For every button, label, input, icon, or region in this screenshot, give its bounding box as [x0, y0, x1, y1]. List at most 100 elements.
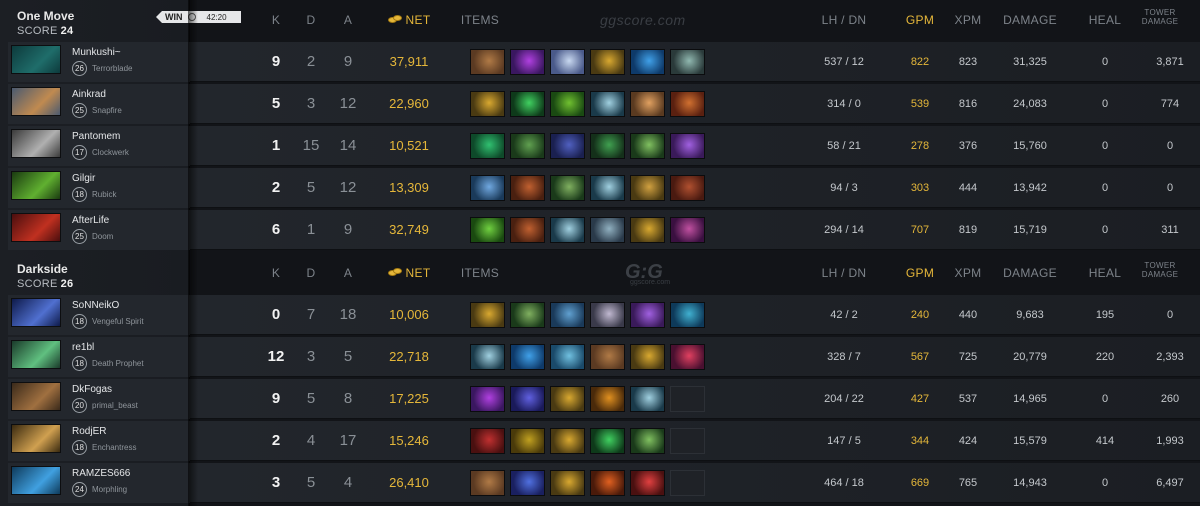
item-icon[interactable] — [550, 91, 585, 117]
item-icon[interactable] — [470, 133, 505, 159]
item-icon[interactable] — [510, 344, 545, 370]
player-card[interactable]: DkFogas 20 primal_beast — [8, 379, 190, 419]
item-icon[interactable] — [510, 470, 545, 496]
item-icon[interactable] — [550, 302, 585, 328]
item-icon[interactable] — [590, 302, 625, 328]
item-icon[interactable] — [630, 91, 665, 117]
item-icon[interactable] — [470, 470, 505, 496]
item-icon[interactable] — [590, 133, 625, 159]
item-icon[interactable] — [470, 49, 505, 75]
player-name[interactable]: AfterLife — [72, 215, 109, 226]
player-name[interactable]: RodjER — [72, 426, 106, 437]
item-icon[interactable] — [550, 344, 585, 370]
item-icon[interactable] — [630, 217, 665, 243]
item-icon[interactable] — [550, 133, 585, 159]
player-card[interactable]: Munkushi~ 26 Terrorblade — [8, 42, 190, 82]
item-icon[interactable] — [510, 91, 545, 117]
team-score: SCORE 24 — [17, 25, 74, 37]
player-name[interactable]: Gilgir — [72, 173, 95, 184]
player-card[interactable]: SoNNeikO 18 Vengeful Spirit — [8, 295, 190, 335]
player-name[interactable]: Munkushi~ — [72, 47, 121, 58]
item-icon[interactable] — [510, 428, 545, 454]
item-icon[interactable] — [590, 49, 625, 75]
player-card[interactable]: RAMZES666 24 Morphling — [8, 463, 190, 503]
item-icon[interactable] — [590, 386, 625, 412]
item-icon[interactable] — [470, 344, 505, 370]
hero-portrait[interactable] — [11, 340, 61, 369]
item-icon[interactable] — [510, 217, 545, 243]
hero-portrait[interactable] — [11, 382, 61, 411]
item-icon[interactable] — [510, 49, 545, 75]
item-icon[interactable] — [670, 133, 705, 159]
item-icon[interactable] — [590, 217, 625, 243]
stat-gpm: 707 — [910, 224, 930, 236]
item-icon[interactable] — [590, 91, 625, 117]
player-name[interactable]: re1bl — [72, 342, 94, 353]
item-icon[interactable] — [550, 386, 585, 412]
hero-portrait[interactable] — [11, 45, 61, 74]
item-icon[interactable] — [630, 302, 665, 328]
item-icon[interactable] — [470, 175, 505, 201]
player-name[interactable]: Ainkrad — [72, 89, 106, 100]
player-card[interactable]: RodjER 18 Enchantress — [8, 421, 190, 461]
hero-portrait[interactable] — [11, 171, 61, 200]
item-icon[interactable] — [550, 49, 585, 75]
item-icon[interactable] — [510, 386, 545, 412]
player-name[interactable]: SoNNeikO — [72, 300, 119, 311]
hero-portrait[interactable] — [11, 466, 61, 495]
player-card[interactable]: Gilgir 18 Rubick — [8, 168, 190, 208]
item-icon[interactable] — [510, 133, 545, 159]
item-icon[interactable] — [670, 91, 705, 117]
item-icon[interactable] — [670, 302, 705, 328]
stat-tower: 3,871 — [1156, 56, 1184, 68]
item-icon[interactable] — [630, 470, 665, 496]
player-card[interactable]: re1bl 18 Death Prophet — [8, 337, 190, 377]
player-stats-row: 5 3 12 22,960 314 / 0 539 816 24,083 0 774 — [190, 84, 1200, 124]
item-icon[interactable] — [630, 428, 665, 454]
player-card[interactable]: Pantomem 17 Clockwerk — [8, 126, 190, 166]
item-icon[interactable] — [670, 175, 705, 201]
item-icon[interactable] — [510, 302, 545, 328]
item-icon[interactable] — [550, 175, 585, 201]
stat-damage: 13,942 — [1013, 182, 1047, 194]
stat-net: 26,410 — [389, 475, 429, 490]
hero-portrait[interactable] — [11, 129, 61, 158]
player-name[interactable]: RAMZES666 — [72, 468, 130, 479]
item-icon[interactable] — [470, 386, 505, 412]
item-icon[interactable] — [590, 470, 625, 496]
item-icon[interactable] — [470, 91, 505, 117]
stat-tower: 0 — [1166, 140, 1174, 152]
player-name[interactable]: Pantomem — [72, 131, 120, 142]
empty-item-slot[interactable] — [670, 386, 705, 412]
player-stats-row: 2 4 17 15,246 147 / 5 344 424 15,579 414 1,993 — [190, 421, 1200, 461]
item-icon[interactable] — [470, 302, 505, 328]
item-icon[interactable] — [630, 344, 665, 370]
hero-portrait[interactable] — [11, 87, 61, 116]
item-icon[interactable] — [590, 344, 625, 370]
item-icon[interactable] — [630, 175, 665, 201]
hero-portrait[interactable] — [11, 298, 61, 327]
item-icon[interactable] — [590, 428, 625, 454]
item-icon[interactable] — [670, 344, 705, 370]
item-icon[interactable] — [670, 49, 705, 75]
hero-portrait[interactable] — [11, 424, 61, 453]
item-icon[interactable] — [470, 217, 505, 243]
item-icon[interactable] — [630, 133, 665, 159]
item-icon[interactable] — [510, 175, 545, 201]
item-icon[interactable] — [550, 428, 585, 454]
empty-item-slot[interactable] — [670, 428, 705, 454]
item-icon[interactable] — [470, 428, 505, 454]
item-icon[interactable] — [550, 217, 585, 243]
item-icon[interactable] — [630, 49, 665, 75]
hero-portrait[interactable] — [11, 213, 61, 242]
item-icon[interactable] — [670, 217, 705, 243]
item-icon[interactable] — [550, 470, 585, 496]
item-icon[interactable] — [590, 175, 625, 201]
player-name[interactable]: DkFogas — [72, 384, 112, 395]
stat-gpm: 303 — [910, 182, 930, 194]
stat-k: 1 — [271, 137, 281, 154]
item-icon[interactable] — [630, 386, 665, 412]
player-card[interactable]: AfterLife 25 Doom — [8, 210, 190, 250]
empty-item-slot[interactable] — [670, 470, 705, 496]
player-card[interactable]: Ainkrad 25 Snapfire — [8, 84, 190, 124]
